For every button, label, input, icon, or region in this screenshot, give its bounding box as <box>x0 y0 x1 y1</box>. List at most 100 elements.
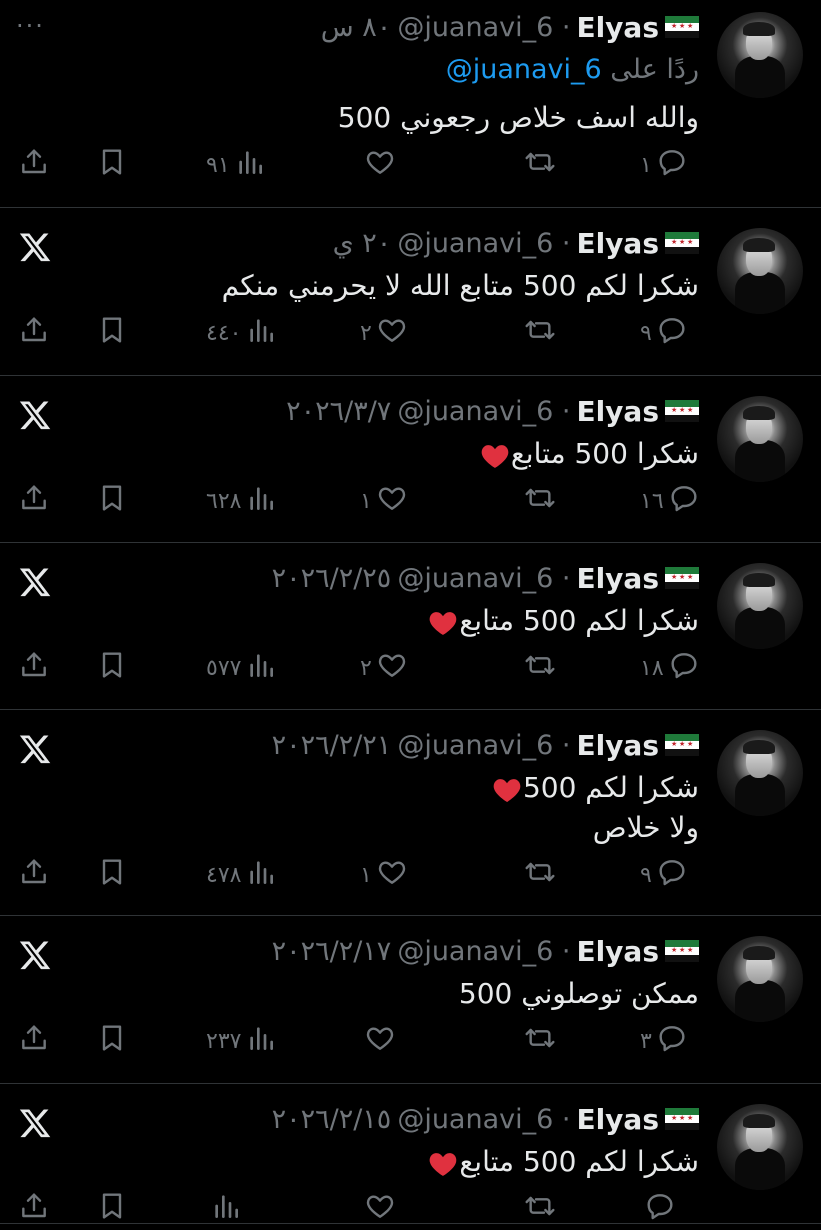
tweet-text-body: شكرا لكم 500 متابع <box>459 604 699 637</box>
share-button[interactable] <box>18 1022 50 1060</box>
bookmark-icon <box>96 649 128 687</box>
retweet-button[interactable] <box>524 482 556 520</box>
retweet-button[interactable] <box>524 856 556 894</box>
display-name[interactable]: Elyas <box>576 1103 659 1136</box>
user-handle[interactable]: @juanavi_6 · <box>397 563 570 594</box>
reply-button[interactable] <box>640 1190 676 1228</box>
more-dots-icon[interactable]: ··· <box>16 12 45 40</box>
bookmark-button[interactable] <box>96 314 128 352</box>
reply-button[interactable]: ٩ <box>640 314 688 352</box>
retweet-button[interactable] <box>524 314 556 352</box>
mention-link[interactable]: @juanavi_6 <box>446 54 602 85</box>
tweet-actions: ٤٧٨ ١ ٩ <box>0 856 821 896</box>
tweet-header: ٢٠٢٦/٢/١٧ @juanavi_6 · Elyas ★ ★ ★ <box>272 935 699 968</box>
views-button[interactable]: ٩١ <box>206 146 266 184</box>
user-handle[interactable]: @juanavi_6 · <box>397 12 570 43</box>
avatar[interactable] <box>717 563 803 649</box>
display-name[interactable]: Elyas <box>576 11 659 44</box>
like-button[interactable] <box>360 1190 396 1228</box>
bookmark-button[interactable] <box>96 146 128 184</box>
views-button[interactable]: ٦٢٨ <box>206 482 277 520</box>
share-button[interactable] <box>18 482 50 520</box>
reply-button[interactable]: ١ <box>640 146 688 184</box>
x-logo-icon <box>18 938 52 972</box>
avatar[interactable] <box>717 396 803 482</box>
x-logo-icon <box>18 398 52 432</box>
timestamp[interactable]: ٢٠٢٦/٢/١٥ <box>272 1104 392 1135</box>
display-name[interactable]: Elyas <box>576 935 659 968</box>
timestamp[interactable]: ٨٠ س <box>321 12 392 43</box>
share-button[interactable] <box>18 1190 50 1228</box>
avatar[interactable] <box>717 936 803 1022</box>
display-name[interactable]: Elyas <box>576 395 659 428</box>
views-count: ٥٧٧ <box>206 655 242 681</box>
views-count: ٩١ <box>206 152 230 178</box>
bookmark-icon <box>96 482 128 520</box>
bookmark-button[interactable] <box>96 1190 128 1228</box>
display-name[interactable]: Elyas <box>576 729 659 762</box>
red-heart-emoji-icon <box>491 774 523 804</box>
tweet-text-line2: ولا خلاص <box>592 811 699 844</box>
bookmark-button[interactable] <box>96 482 128 520</box>
retweet-icon <box>524 856 556 894</box>
like-button[interactable] <box>360 146 396 184</box>
tweet-header: ٢٠٢٦/٢/٢١ @juanavi_6 · Elyas ★ ★ ★ <box>272 729 699 762</box>
views-button[interactable]: ٥٧٧ <box>206 649 277 687</box>
views-button[interactable]: ٢٣٧ <box>206 1022 277 1060</box>
avatar[interactable] <box>717 730 803 816</box>
views-count: ٢٣٧ <box>206 1028 242 1054</box>
x-logo-icon <box>18 1106 52 1140</box>
display-name[interactable]: Elyas <box>576 227 659 260</box>
reply-button[interactable]: ٣ <box>640 1022 688 1060</box>
bookmark-button[interactable] <box>96 1022 128 1060</box>
reply-button[interactable]: ١٦ <box>640 482 700 520</box>
avatar[interactable] <box>717 12 803 98</box>
x-logo-icon <box>18 732 52 766</box>
views-button[interactable]: ٤٧٨ <box>206 856 277 894</box>
like-button[interactable]: ٢ <box>360 314 408 352</box>
retweet-button[interactable] <box>524 1190 556 1228</box>
display-name[interactable]: Elyas <box>576 562 659 595</box>
heart-icon <box>364 146 396 184</box>
user-handle[interactable]: @juanavi_6 · <box>397 1104 570 1135</box>
share-button[interactable] <box>18 314 50 352</box>
user-handle[interactable]: @juanavi_6 · <box>397 228 570 259</box>
retweet-button[interactable] <box>524 146 556 184</box>
views-count: ٤٧٨ <box>206 862 242 888</box>
user-handle[interactable]: @juanavi_6 · <box>397 396 570 427</box>
like-button[interactable]: ١ <box>360 482 408 520</box>
avatar[interactable] <box>717 228 803 314</box>
timestamp[interactable]: ٢٠٢٦/٢/٢١ <box>272 730 392 761</box>
share-button[interactable] <box>18 856 50 894</box>
like-button[interactable]: ٢ <box>360 649 408 687</box>
reply-button[interactable]: ٩ <box>640 856 688 894</box>
syria-flag-icon: ★ ★ ★ <box>665 734 699 756</box>
share-button[interactable] <box>18 146 50 184</box>
bookmark-button[interactable] <box>96 649 128 687</box>
like-button[interactable]: ١ <box>360 856 408 894</box>
user-handle[interactable]: @juanavi_6 · <box>397 936 570 967</box>
timestamp[interactable]: ٢٠٢٦/٢/١٧ <box>272 936 392 967</box>
heart-icon <box>376 649 408 687</box>
bookmark-button[interactable] <box>96 856 128 894</box>
x-logo-icon <box>18 565 52 599</box>
timestamp[interactable]: ٢٠٢٦/٢/٢٥ <box>272 563 392 594</box>
retweet-button[interactable] <box>524 1022 556 1060</box>
user-handle[interactable]: @juanavi_6 · <box>397 730 570 761</box>
views-icon <box>210 1190 242 1228</box>
heart-icon <box>376 314 408 352</box>
timestamp[interactable]: ٢٠٢٦/٣/٧ <box>286 396 391 427</box>
reply-button[interactable]: ١٨ <box>640 649 700 687</box>
avatar[interactable] <box>717 1104 803 1190</box>
reply-icon <box>656 314 688 352</box>
retweet-button[interactable] <box>524 649 556 687</box>
timestamp[interactable]: ٢٠ ي <box>333 228 392 259</box>
share-button[interactable] <box>18 649 50 687</box>
like-button[interactable] <box>360 1022 396 1060</box>
syria-flag-icon: ★ ★ ★ <box>665 1108 699 1130</box>
views-count: ٦٢٨ <box>206 488 242 514</box>
syria-flag-icon: ★ ★ ★ <box>665 400 699 422</box>
views-button[interactable] <box>206 1190 242 1228</box>
views-button[interactable]: ٤٤٠ <box>206 314 277 352</box>
views-icon <box>245 856 277 894</box>
